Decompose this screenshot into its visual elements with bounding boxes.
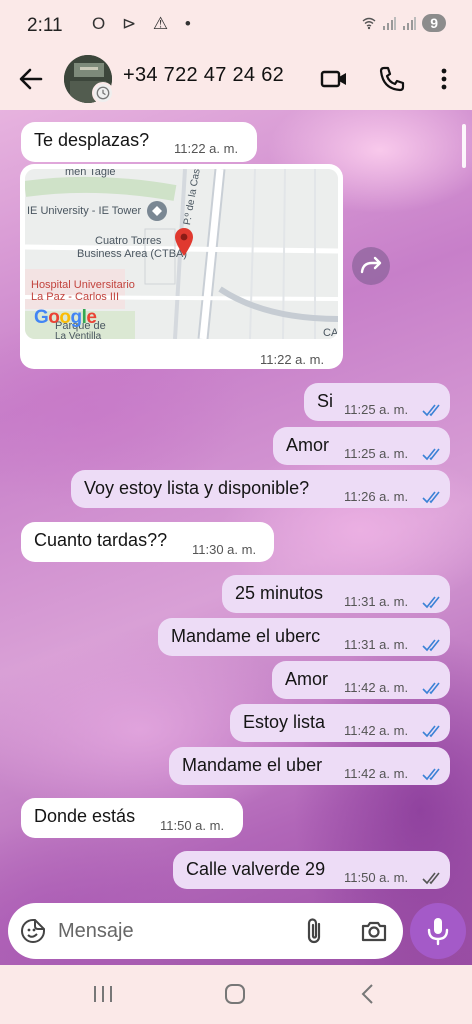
read-ticks-icon: [422, 596, 440, 609]
message-text: Si: [317, 391, 334, 411]
status-time: 2:11: [27, 15, 63, 36]
message-text: Mandame el uber: [182, 755, 323, 775]
chat-area[interactable]: Te desplazas? 11:22 a. m. men Tagle IE U…: [0, 110, 472, 965]
read-ticks-icon: [422, 404, 440, 417]
location-pin-icon: [175, 228, 193, 256]
delivered-ticks-icon: [422, 872, 440, 885]
status-bar: 2:11 O ⊳ ⚠ • 9: [0, 0, 472, 50]
message-time: 11:42 a. m.: [344, 723, 409, 738]
message-text: Calle valverde 29: [186, 859, 326, 879]
map-label: Cuatro Torres: [95, 235, 162, 247]
map-label: CA: [323, 327, 338, 339]
message-outgoing[interactable]: Si 11:25 a. m.: [304, 383, 450, 421]
location-message[interactable]: men Tagle IE University - IE Tower Cuatr…: [20, 164, 343, 369]
google-logo: Google: [34, 307, 97, 328]
scrollbar[interactable]: [462, 124, 466, 168]
wifi-icon: [362, 17, 376, 30]
message-time: 11:50 a. m.: [344, 870, 409, 885]
read-ticks-icon: [422, 682, 440, 695]
message-time: 11:22 a. m.: [174, 141, 239, 156]
message-outgoing[interactable]: Calle valverde 29 11:50 a. m.: [173, 851, 450, 889]
map-label: La Ventilla: [55, 331, 102, 339]
message-outgoing[interactable]: Mandame el uber 11:42 a. m.: [169, 747, 450, 785]
notification-icons: O ⊳ ⚠ •: [92, 14, 197, 33]
message-outgoing[interactable]: Voy estoy lista y disponible? 11:26 a. m…: [71, 470, 450, 508]
map-label: Business Area (CTBA): [77, 248, 188, 260]
read-ticks-icon: [422, 639, 440, 652]
status-ring-icon: [92, 82, 114, 104]
map-label: men Tagle: [65, 169, 116, 178]
message-text: Cuanto tardas??: [34, 530, 168, 550]
message-outgoing[interactable]: Amor 11:25 a. m.: [273, 427, 450, 465]
more-vert-icon[interactable]: [428, 63, 460, 95]
read-ticks-icon: [422, 491, 440, 504]
read-ticks-icon: [422, 768, 440, 781]
mic-icon: [427, 918, 449, 946]
signal-2-icon: [403, 17, 417, 30]
message-input[interactable]: [58, 916, 278, 946]
message-text: Amor: [285, 669, 329, 689]
message-time: 11:26 a. m.: [344, 489, 409, 504]
phone-icon[interactable]: [376, 63, 408, 95]
mic-button[interactable]: [410, 903, 466, 959]
message-time: 11:30 a. m.: [192, 542, 257, 557]
message-time: 11:25 a. m.: [344, 402, 409, 417]
battery-badge: 9: [422, 14, 446, 32]
camera-icon[interactable]: [360, 917, 388, 945]
message-outgoing[interactable]: 25 minutos 11:31 a. m.: [222, 575, 450, 613]
message-text: Donde estás: [34, 806, 136, 826]
message-text: Estoy lista: [243, 712, 326, 732]
forward-button[interactable]: [352, 247, 390, 285]
chat-header: +34 722 47 24 62: [0, 50, 472, 110]
message-text: Voy estoy lista y disponible?: [84, 478, 310, 498]
map-label: La Paz - Carlos III: [31, 291, 120, 303]
read-ticks-icon: [422, 448, 440, 461]
emoji-icon[interactable]: [20, 918, 46, 944]
message-text: 25 minutos: [235, 583, 324, 603]
message-time: 11:42 a. m.: [344, 680, 409, 695]
message-text: Te desplazas?: [34, 130, 150, 150]
message-text: Amor: [286, 435, 330, 455]
message-time: 11:50 a. m.: [160, 818, 225, 833]
video-call-icon[interactable]: [318, 63, 350, 95]
map-label: IE University - IE Tower: [27, 205, 142, 217]
message-outgoing[interactable]: Estoy lista 11:42 a. m.: [230, 704, 450, 742]
message-incoming[interactable]: Donde estás 11:50 a. m.: [21, 798, 243, 838]
message-time: 11:25 a. m.: [344, 446, 409, 461]
message-incoming[interactable]: Cuanto tardas?? 11:30 a. m.: [21, 522, 274, 562]
contact-name[interactable]: +34 722 47 24 62: [123, 64, 284, 87]
map-preview[interactable]: men Tagle IE University - IE Tower Cuatr…: [25, 169, 338, 339]
attach-icon[interactable]: [301, 916, 329, 946]
home-icon[interactable]: [220, 981, 250, 1007]
recents-icon[interactable]: [88, 981, 118, 1007]
message-time: 11:42 a. m.: [344, 766, 409, 781]
message-text: Mandame el uberc: [171, 626, 321, 646]
message-time: 11:31 a. m.: [344, 594, 409, 609]
read-ticks-icon: [422, 725, 440, 738]
message-incoming[interactable]: Te desplazas? 11:22 a. m.: [21, 122, 257, 162]
message-outgoing[interactable]: Amor 11:42 a. m.: [272, 661, 450, 699]
message-time: 11:22 a. m.: [260, 352, 325, 367]
signal-icon: [383, 17, 397, 30]
back-arrow-icon[interactable]: [14, 62, 48, 96]
forward-icon: [360, 256, 382, 274]
system-nav-bar: [0, 965, 472, 1024]
message-time: 11:31 a. m.: [344, 637, 409, 652]
map-label: Hospital Universitario: [31, 279, 135, 291]
back-nav-icon[interactable]: [353, 981, 383, 1007]
message-composer: [8, 903, 403, 959]
message-outgoing[interactable]: Mandame el uberc 11:31 a. m.: [158, 618, 450, 656]
status-right: 9: [362, 14, 446, 32]
